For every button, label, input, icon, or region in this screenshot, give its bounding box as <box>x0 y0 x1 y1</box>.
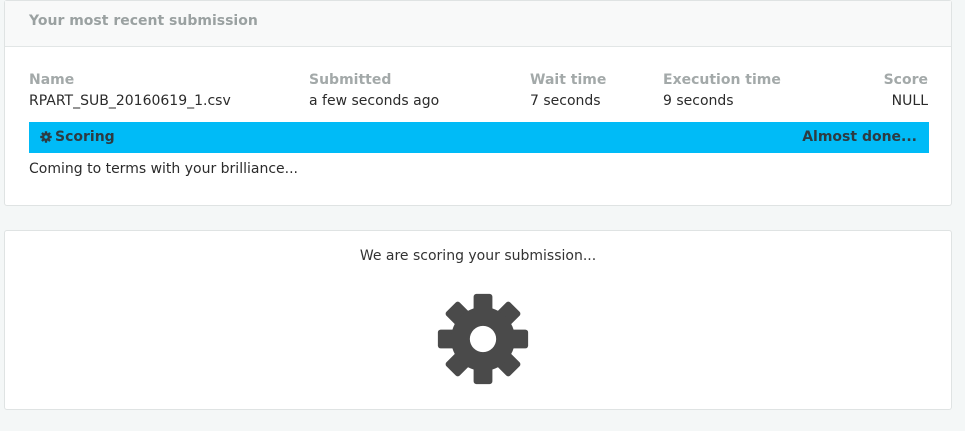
wait-time-label: Wait time <box>530 72 607 88</box>
wait-time-value: 7 seconds <box>530 93 601 109</box>
recent-submission-card: Your most recent submission Name RPART_S… <box>4 0 952 206</box>
score-value: NULL <box>891 93 928 109</box>
scoring-progress-text: Almost done... <box>802 129 917 145</box>
gear-icon <box>437 293 529 385</box>
scoring-panel: We are scoring your submission... <box>4 230 952 410</box>
scoring-status-bar: Scoring Almost done... <box>29 122 929 153</box>
name-value: RPART_SUB_20160619_1.csv <box>29 93 231 109</box>
status-message: Coming to terms with your brilliance... <box>29 161 298 177</box>
submitted-column: Submitted a few seconds ago <box>309 72 439 111</box>
name-column: Name RPART_SUB_20160619_1.csv <box>29 72 231 111</box>
execution-time-label: Execution time <box>663 72 781 88</box>
wait-time-column: Wait time 7 seconds <box>530 72 606 111</box>
submitted-label: Submitted <box>309 72 392 88</box>
scoring-status-left: Scoring <box>40 129 115 145</box>
score-label: Score <box>883 72 928 88</box>
scoring-message: We are scoring your submission... <box>359 248 597 264</box>
execution-time-value: 9 seconds <box>663 93 734 109</box>
card-header-title: Your most recent submission <box>5 1 951 47</box>
execution-time-column: Execution time 9 seconds <box>663 72 781 111</box>
gear-icon <box>40 131 52 143</box>
submitted-value: a few seconds ago <box>309 93 440 109</box>
name-label: Name <box>29 72 75 88</box>
score-column: Score NULL <box>884 72 928 111</box>
scoring-status-label: Scoring <box>55 129 115 145</box>
